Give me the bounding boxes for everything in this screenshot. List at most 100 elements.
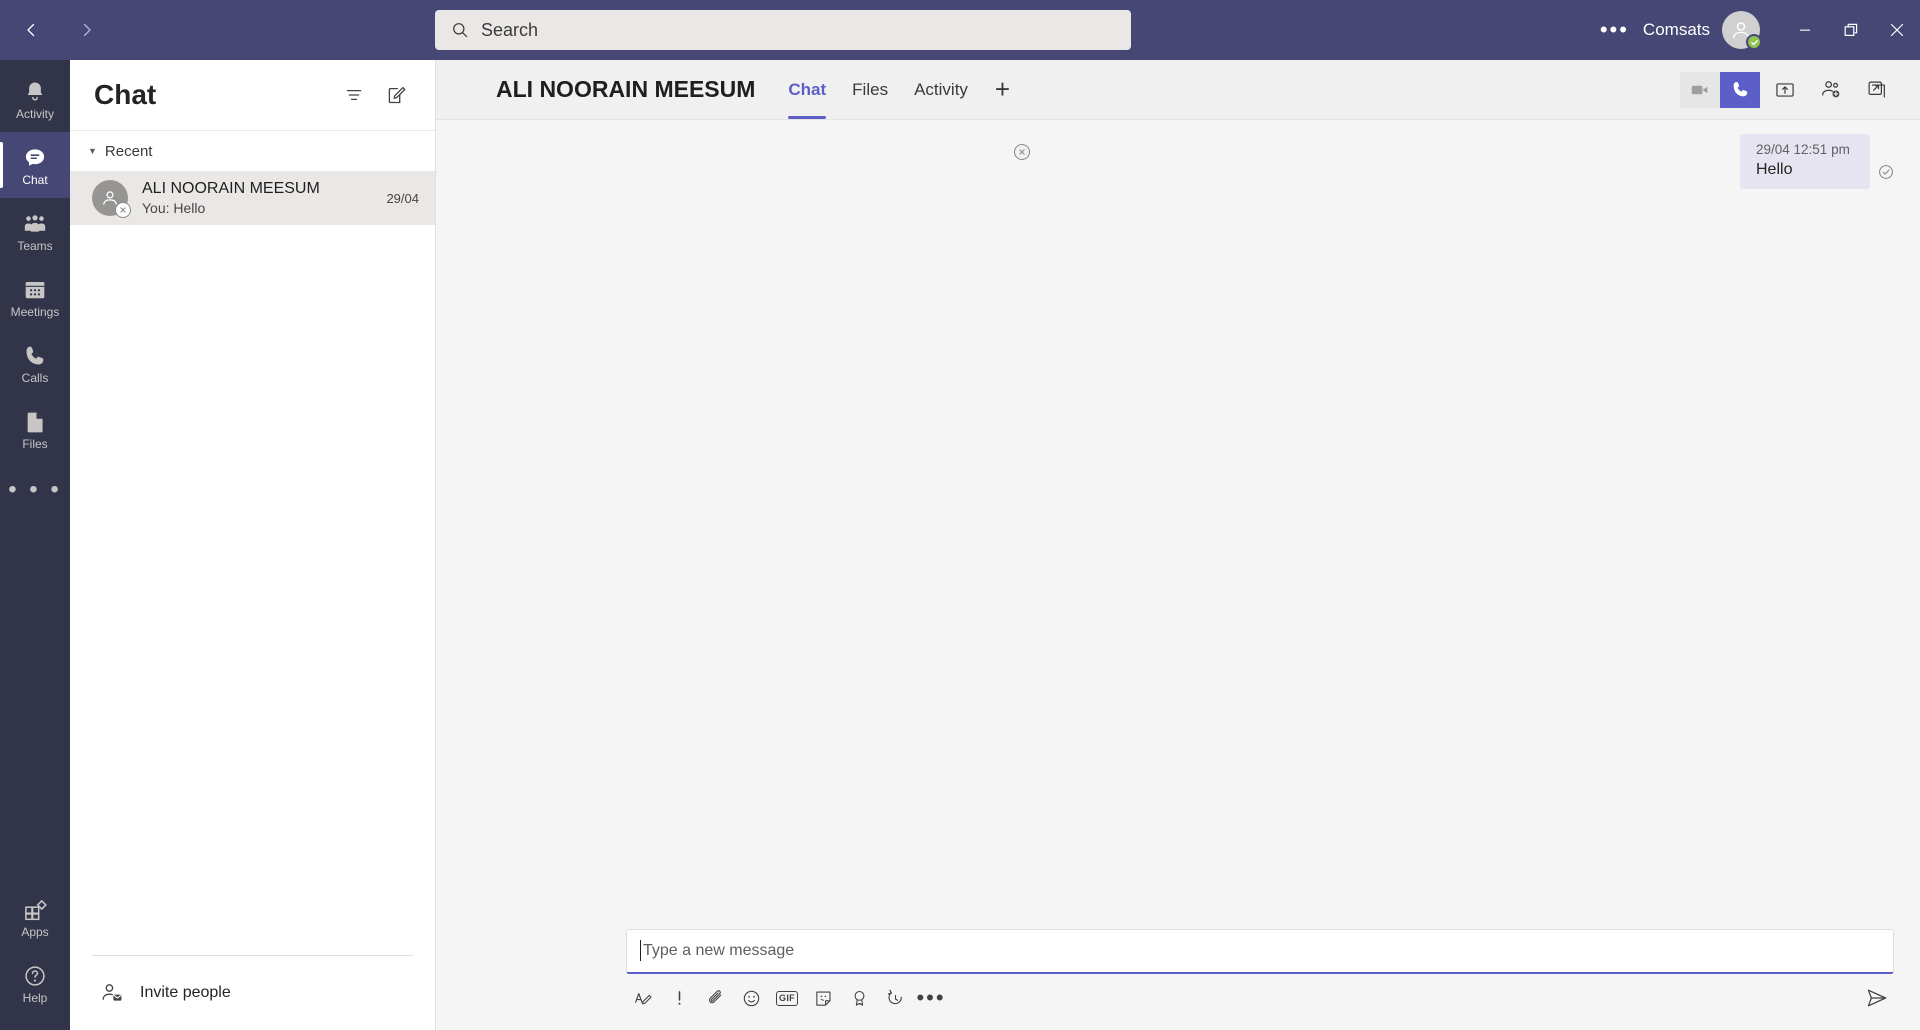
close-icon xyxy=(1890,23,1904,37)
message-timestamp: 29/04 12:51 pm xyxy=(1756,142,1850,157)
sidebar-more-button[interactable]: • • • xyxy=(0,462,70,518)
close-icon xyxy=(1019,149,1025,155)
phone-icon xyxy=(1733,81,1747,97)
chat-list-header: Chat xyxy=(70,60,435,130)
loop-button[interactable] xyxy=(878,981,912,1015)
tab-activity[interactable]: Activity xyxy=(901,60,981,119)
sent-check-icon xyxy=(1879,165,1893,179)
sticker-icon xyxy=(815,990,831,1006)
apps-icon xyxy=(25,899,47,920)
attach-button[interactable] xyxy=(698,981,732,1015)
share-screen-icon xyxy=(1776,82,1794,97)
minimize-button[interactable] xyxy=(1782,0,1828,60)
recent-section-header[interactable]: ▼ Recent xyxy=(70,131,435,171)
chat-list-actions xyxy=(337,78,413,112)
search-container: Search xyxy=(435,10,1131,50)
app-rail: Activity Chat Teams Meetings Calls Files… xyxy=(0,60,70,1030)
chat-list-item-time: 29/04 xyxy=(386,190,419,206)
sidebar-item-label: Apps xyxy=(21,924,49,939)
search-icon xyxy=(453,23,468,38)
sidebar-item-label: Calls xyxy=(21,370,49,385)
presence-badge-offline xyxy=(115,202,131,218)
forward-button[interactable] xyxy=(66,9,108,51)
message-bubble[interactable]: 29/04 12:51 pm Hello xyxy=(1740,134,1870,189)
chat-list-item[interactable]: ALI NOORAIN MEESUM You: Hello 29/04 xyxy=(70,171,435,225)
conversation-title: ALI NOORAIN MEESUM xyxy=(496,76,756,102)
add-tab-button[interactable]: + xyxy=(981,60,1024,119)
avatar xyxy=(92,180,131,218)
composer-toolbar: GIF ••• xyxy=(626,974,1894,1018)
search-placeholder: Search xyxy=(481,19,539,40)
message-input[interactable]: Type a new message xyxy=(626,929,1894,974)
important-button[interactable] xyxy=(662,981,696,1015)
sidebar-item-calls[interactable]: Calls xyxy=(0,330,70,396)
pop-out-icon xyxy=(1868,81,1885,97)
chevron-left-icon xyxy=(27,23,35,37)
gif-button[interactable]: GIF xyxy=(770,981,804,1015)
presence-badge-offline xyxy=(1014,144,1030,160)
navigation-arrows xyxy=(10,9,108,51)
send-button[interactable] xyxy=(1860,981,1894,1015)
pop-out-button[interactable] xyxy=(1856,69,1898,111)
sticker-button[interactable] xyxy=(806,981,840,1015)
settings-more-button[interactable]: ••• xyxy=(1586,19,1643,41)
add-people-button[interactable] xyxy=(1810,69,1852,111)
presence-badge-available xyxy=(1746,34,1762,50)
sidebar-item-files[interactable]: Files xyxy=(0,396,70,462)
teams-icon xyxy=(24,214,46,232)
sidebar-item-help[interactable]: Help xyxy=(0,950,70,1016)
sidebar-item-label: Help xyxy=(22,990,48,1005)
maximize-button[interactable] xyxy=(1828,0,1874,60)
sidebar-item-activity[interactable]: Activity xyxy=(0,66,70,132)
chat-list-item-preview: You: Hello xyxy=(142,200,206,216)
back-button[interactable] xyxy=(10,9,52,51)
sidebar-item-apps[interactable]: Apps xyxy=(0,884,70,950)
invite-people-button[interactable]: Invite people xyxy=(92,956,413,1030)
tab-chat[interactable]: Chat xyxy=(775,60,839,119)
loop-icon xyxy=(887,989,902,1004)
sidebar-item-label: Files xyxy=(22,436,48,451)
praise-icon xyxy=(854,990,864,1006)
video-camera-icon xyxy=(1691,85,1708,94)
sidebar-item-chat[interactable]: Chat xyxy=(0,132,70,198)
new-chat-button[interactable] xyxy=(379,78,413,112)
chat-list-item-name: ALI NOORAIN MEESUM xyxy=(142,180,320,197)
calendar-icon xyxy=(25,281,45,298)
emoji-button[interactable] xyxy=(734,981,768,1015)
sidebar-item-label: Meetings xyxy=(10,304,60,319)
page-title: Chat xyxy=(94,79,157,110)
restore-icon xyxy=(1844,23,1857,36)
message-status-icon xyxy=(1878,164,1894,185)
call-button-group xyxy=(1680,71,1760,108)
close-icon xyxy=(120,207,126,213)
format-button[interactable] xyxy=(626,981,660,1015)
filter-button[interactable] xyxy=(337,78,371,112)
help-icon xyxy=(25,965,45,986)
sidebar-item-teams[interactable]: Teams xyxy=(0,198,70,264)
search-input[interactable]: Search xyxy=(435,10,1131,50)
conversation-actions xyxy=(1680,69,1920,111)
recent-section-label: Recent xyxy=(104,142,153,160)
window-controls xyxy=(1782,0,1920,60)
close-button[interactable] xyxy=(1874,0,1920,60)
sidebar-item-label: Teams xyxy=(17,238,53,253)
filter-icon xyxy=(346,89,362,101)
composer-more-button[interactable]: ••• xyxy=(914,981,948,1015)
message-list[interactable]: 29/04 12:51 pm Hello xyxy=(436,120,1920,929)
person-add-mail-icon xyxy=(102,984,122,1001)
praise-button[interactable] xyxy=(842,981,876,1015)
sidebar-item-label: Activity xyxy=(15,106,54,121)
minimize-icon xyxy=(1800,29,1810,31)
audio-call-button[interactable] xyxy=(1720,71,1760,108)
organization-name[interactable]: Comsats xyxy=(1643,20,1710,40)
chat-list-item-text: ALI NOORAIN MEESUM You: Hello xyxy=(142,180,378,216)
user-avatar-button[interactable] xyxy=(1722,11,1762,50)
share-screen-button[interactable] xyxy=(1764,69,1806,111)
titlebar-right-group: ••• Comsats xyxy=(1586,0,1920,60)
emoji-icon xyxy=(743,990,759,1006)
video-call-button[interactable] xyxy=(1680,71,1720,108)
chevron-right-icon xyxy=(83,23,91,37)
tab-files[interactable]: Files xyxy=(839,60,901,119)
sidebar-item-meetings[interactable]: Meetings xyxy=(0,264,70,330)
file-icon xyxy=(27,412,43,432)
